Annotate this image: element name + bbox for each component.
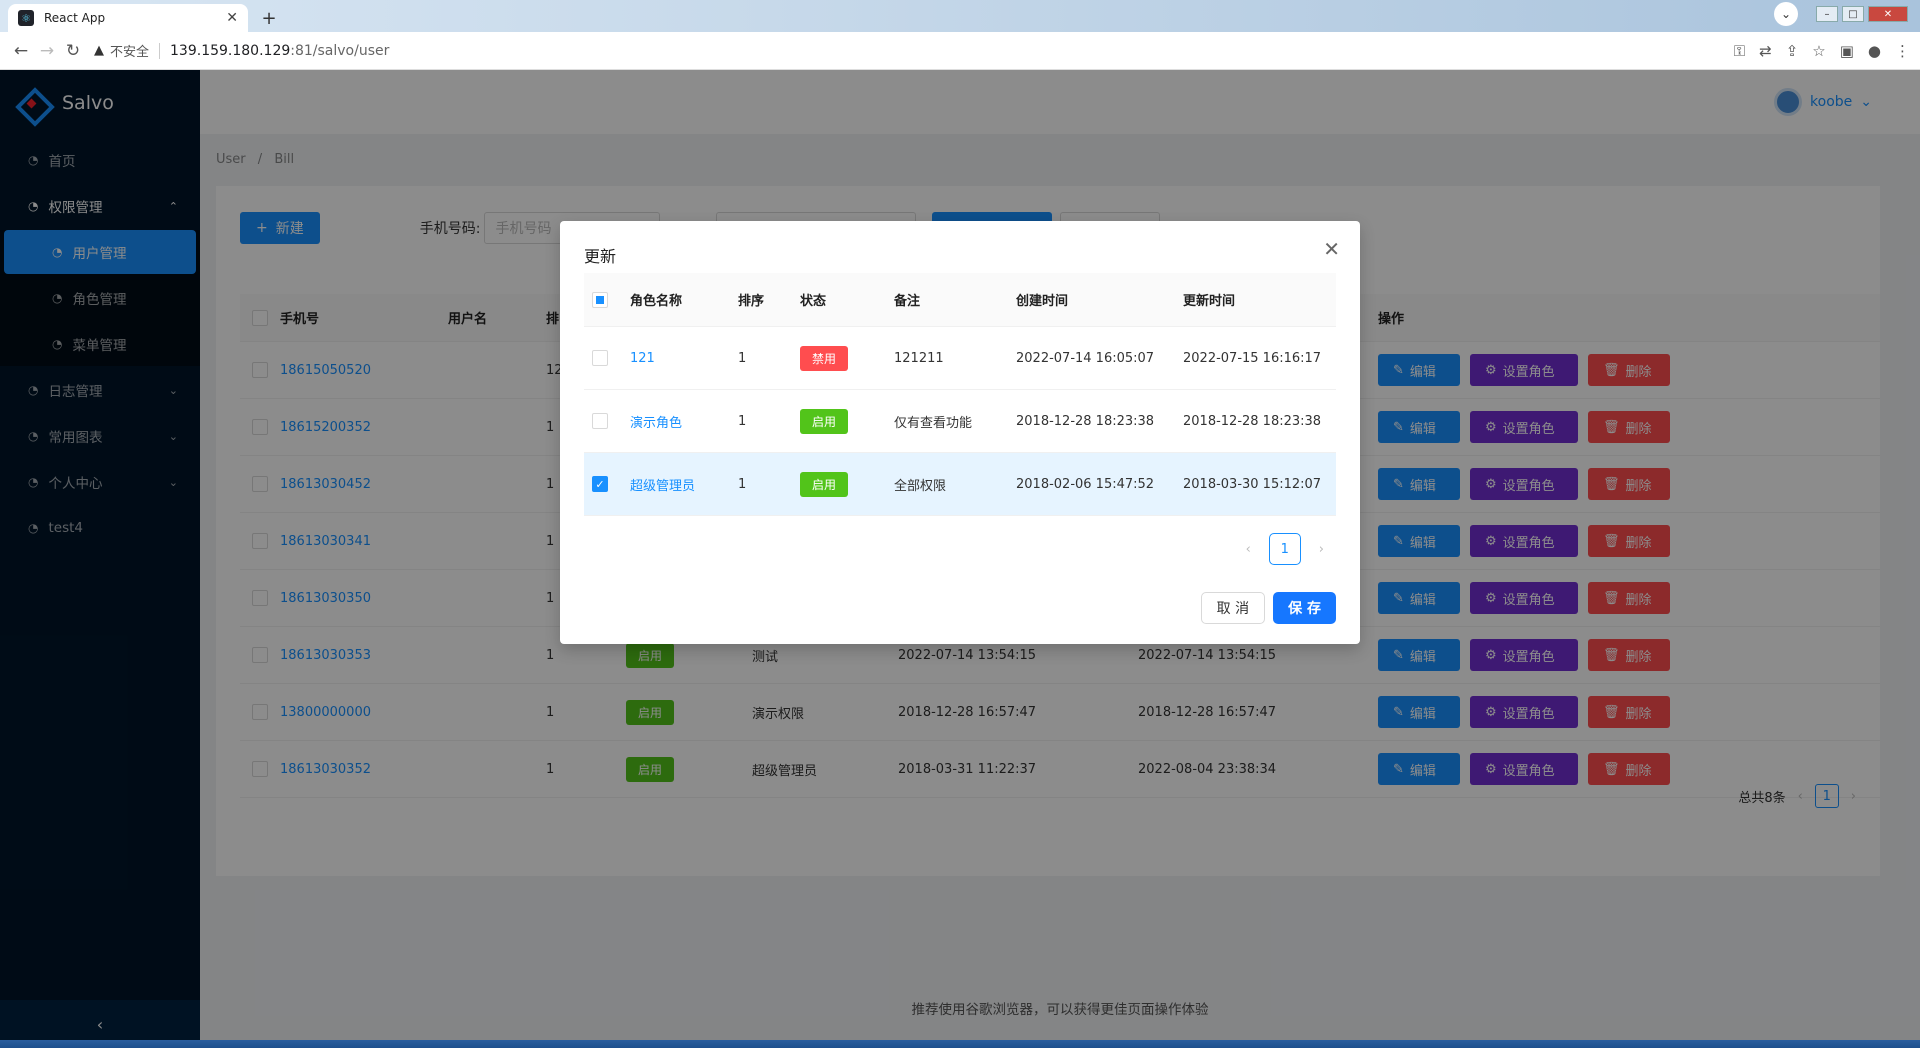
divider xyxy=(159,42,161,59)
status-cell: 启用 xyxy=(786,408,880,434)
role-name-link[interactable]: 121 xyxy=(616,351,724,366)
reload-icon[interactable]: ↻ xyxy=(60,41,86,61)
note-cell: 121211 xyxy=(894,350,944,366)
row-checkbox[interactable] xyxy=(592,413,608,429)
select-all-checkbox[interactable] xyxy=(592,291,608,308)
url-host: 139.159.180.129 xyxy=(170,42,291,59)
col-note: 备注 xyxy=(894,294,921,309)
browser-tab[interactable]: ⚛ React App ✕ xyxy=(8,4,248,32)
updated-cell: 2018-12-28 18:23:38 xyxy=(1183,413,1322,429)
more-menu-icon[interactable]: ⋮ xyxy=(1895,42,1910,60)
status-badge: 启用 xyxy=(800,471,849,497)
react-icon: ⚛ xyxy=(18,10,34,26)
updated-cell: 2022-07-15 16:16:17 xyxy=(1183,350,1322,366)
role-row[interactable]: 121 1 禁用 121211 2022-07-14 16:05:07 2022… xyxy=(584,327,1336,390)
chevron-down-icon[interactable]: ⌄ xyxy=(1774,2,1798,26)
sort-cell: 1 xyxy=(738,350,747,366)
created-cell: 2018-12-28 18:23:38 xyxy=(1016,413,1155,429)
page-1[interactable]: 1 xyxy=(1268,533,1301,565)
side-panel-icon[interactable]: ▣ xyxy=(1840,42,1854,60)
insecure-label: 不安全 xyxy=(110,45,150,60)
save-button[interactable]: 保 存 xyxy=(1273,592,1336,624)
updated-cell: 2018-03-30 15:12:07 xyxy=(1183,476,1322,492)
url-field[interactable]: ▲ 不安全 139.159.180.129 :81/salvo/user xyxy=(94,41,389,60)
share-icon[interactable]: ⇪ xyxy=(1786,42,1799,60)
close-tab-icon[interactable]: ✕ xyxy=(226,10,238,26)
role-row[interactable]: 演示角色 1 启用 仅有查看功能 2018-12-28 18:23:38 201… xyxy=(584,390,1336,453)
next-page-icon[interactable]: › xyxy=(1319,542,1324,557)
created-cell: 2022-07-14 16:05:07 xyxy=(1016,350,1155,366)
sort-cell: 1 xyxy=(738,413,747,429)
col-updated: 更新时间 xyxy=(1183,294,1236,309)
close-window-button[interactable]: ✕ xyxy=(1868,6,1908,22)
tab-title: React App xyxy=(44,11,106,25)
profile-icon[interactable]: ● xyxy=(1868,42,1881,60)
created-cell: 2018-02-06 15:47:52 xyxy=(1016,476,1155,492)
col-created: 创建时间 xyxy=(1016,294,1069,309)
row-checkbox[interactable] xyxy=(592,350,608,366)
row-checkbox[interactable]: ✓ xyxy=(592,476,608,492)
url-path: :81/salvo/user xyxy=(290,42,390,59)
role-name-link[interactable]: 超级管理员 xyxy=(616,475,724,494)
key-icon[interactable]: ⚿ xyxy=(1734,42,1745,60)
new-tab-button[interactable]: + xyxy=(256,5,282,31)
update-role-modal: 更新 ✕ 角色名称 排序 状态 备注 创建时间 更新时间 121 1 禁用 12… xyxy=(560,221,1360,644)
sort-cell: 1 xyxy=(738,476,747,492)
modal-pagination: ‹ 1 › xyxy=(1246,533,1324,565)
role-table: 角色名称 排序 状态 备注 创建时间 更新时间 121 1 禁用 121211 … xyxy=(584,273,1336,516)
browser-actions: ⚿ ⇄ ⇪ ☆ ▣ ● ⋮ xyxy=(1734,42,1910,60)
address-bar: ← → ↻ ▲ 不安全 139.159.180.129 :81/salvo/us… xyxy=(0,32,1920,70)
note-cell: 全部权限 xyxy=(894,478,947,494)
cancel-button[interactable]: 取 消 xyxy=(1200,592,1266,624)
bookmark-star-icon[interactable]: ☆ xyxy=(1812,42,1825,60)
modal-title: 更新 xyxy=(584,247,617,266)
prev-page-icon[interactable]: ‹ xyxy=(1246,542,1251,557)
col-role-name: 角色名称 xyxy=(630,294,683,309)
modal-footer: 取 消 保 存 xyxy=(1200,592,1336,624)
col-status: 状态 xyxy=(800,294,827,309)
minimize-button[interactable]: – xyxy=(1816,6,1838,22)
status-cell: 禁用 xyxy=(786,345,880,371)
status-badge: 启用 xyxy=(800,408,849,434)
window-controls: ⌄ – □ ✕ xyxy=(1774,2,1908,26)
note-cell: 仅有查看功能 xyxy=(894,415,973,431)
forward-icon[interactable]: → xyxy=(34,41,60,61)
back-icon[interactable]: ← xyxy=(8,41,34,61)
browser-tab-bar: ⚛ React App ✕ + ⌄ – □ ✕ xyxy=(0,0,1920,32)
warning-icon: ▲ xyxy=(94,43,104,58)
status-badge: 禁用 xyxy=(800,345,849,371)
col-sort: 排序 xyxy=(738,294,765,309)
role-table-header: 角色名称 排序 状态 备注 创建时间 更新时间 xyxy=(584,273,1336,327)
translate-icon[interactable]: ⇄ xyxy=(1759,42,1772,60)
status-cell: 启用 xyxy=(786,471,880,497)
role-row[interactable]: ✓ 超级管理员 1 启用 全部权限 2018-02-06 15:47:52 20… xyxy=(584,453,1336,516)
maximize-button[interactable]: □ xyxy=(1842,6,1864,22)
role-name-link[interactable]: 演示角色 xyxy=(616,412,724,431)
os-taskbar xyxy=(0,1040,1920,1048)
close-icon[interactable]: ✕ xyxy=(1323,237,1340,261)
